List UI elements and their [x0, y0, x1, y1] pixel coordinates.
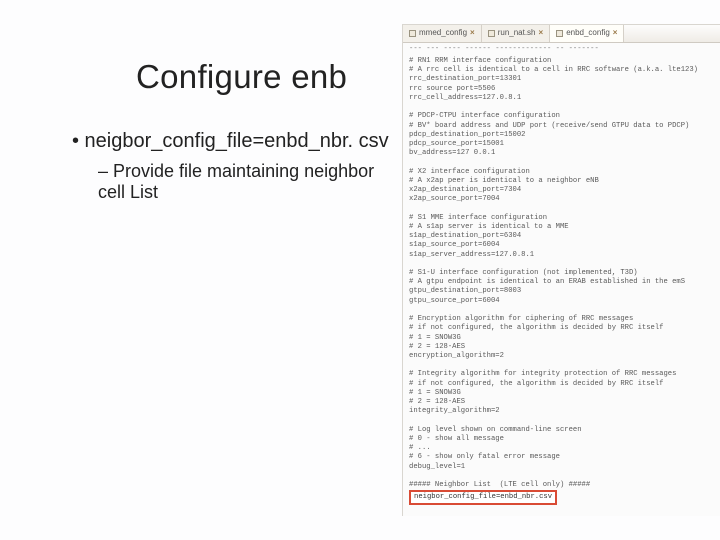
- code-line: rrc_cell_address=127.0.8.1: [409, 94, 714, 103]
- code-line: # 6 - show only fatal error message: [409, 453, 714, 462]
- code-line: # PDCP-CTPU interface configuration: [409, 112, 714, 121]
- editor-panel: mmed_config × run_nat.sh × enbd_config ×…: [402, 24, 720, 516]
- code-line: # if not configured, the algorithm is de…: [409, 324, 714, 333]
- code-line: rrc source port=5506: [409, 85, 714, 94]
- close-icon[interactable]: ×: [613, 28, 618, 38]
- code-line: # Log level shown on command-line screen: [409, 426, 714, 435]
- code-line: # 0 - show all message: [409, 435, 714, 444]
- code-line: # S1 MME interface configuration: [409, 214, 714, 223]
- code-body: # RN1 RRM interface configuration# A rrc…: [403, 55, 720, 511]
- code-line: pdcp_destination_port=15002: [409, 131, 714, 140]
- code-line: # 2 = 128-AES: [409, 343, 714, 352]
- file-icon: [556, 30, 563, 37]
- code-line: [409, 417, 714, 426]
- code-line: # X2 interface configuration: [409, 168, 714, 177]
- highlight-line: neigbor_config_file=enbd_nbr.csv: [409, 490, 557, 504]
- code-line: pdcp_source_port=15001: [409, 140, 714, 149]
- highlight-line-wrapper: neigbor_config_file=enbd_nbr.csv: [409, 490, 714, 504]
- top-caption-truncated: --- --- ---- ------ ------------- -- ---…: [403, 43, 720, 55]
- tab-bar: mmed_config × run_nat.sh × enbd_config ×: [403, 25, 720, 43]
- code-line: # RN1 RRM interface configuration: [409, 57, 714, 66]
- code-line: encryption_algorithm=2: [409, 352, 714, 361]
- code-line: s1ap_destination_port=6304: [409, 232, 714, 241]
- tab-run-nat[interactable]: run_nat.sh ×: [482, 25, 550, 42]
- code-line: [409, 103, 714, 112]
- code-line: integrity_algorithm=2: [409, 407, 714, 416]
- code-line: # 1 = SNOW3G: [409, 389, 714, 398]
- code-line: bv_address=127 0.0.1: [409, 149, 714, 158]
- code-line: [409, 260, 714, 269]
- bullet-sub: – Provide file maintaining neighbor cell…: [98, 161, 392, 203]
- code-line: # A gtpu endpoint is identical to an ERA…: [409, 278, 714, 287]
- tab-label: mmed_config: [419, 28, 467, 38]
- slide-title: Configure enb: [136, 58, 347, 96]
- code-line: x2ap_destination_port=7304: [409, 186, 714, 195]
- code-line: s1ap_server_address=127.0.8.1: [409, 251, 714, 260]
- code-line: x2ap_source_port=7004: [409, 195, 714, 204]
- code-line: s1ap_source_port=6004: [409, 241, 714, 250]
- tab-label: run_nat.sh: [498, 28, 536, 38]
- bullet-list: • neigbor_config_file=enbd_nbr. csv – Pr…: [72, 130, 392, 203]
- tab-label: enbd_config: [566, 28, 610, 38]
- code-line: # A rrc cell is identical to a cell in R…: [409, 66, 714, 75]
- code-line: # S1-U interface configuration (not impl…: [409, 269, 714, 278]
- code-line: # BV* board address and UDP port (receiv…: [409, 122, 714, 131]
- code-line: debug_level=1: [409, 463, 714, 472]
- code-line: rrc_destination_port=13301: [409, 75, 714, 84]
- bullet-main: • neigbor_config_file=enbd_nbr. csv: [72, 130, 392, 153]
- code-line: gtpu_source_port=6004: [409, 297, 714, 306]
- file-icon: [488, 30, 495, 37]
- code-line: # 2 = 128-AES: [409, 398, 714, 407]
- code-line: # Encryption algorithm for ciphering of …: [409, 315, 714, 324]
- code-line: # if not configured, the algorithm is de…: [409, 380, 714, 389]
- file-icon: [409, 30, 416, 37]
- code-line: # Integrity algorithm for integrity prot…: [409, 370, 714, 379]
- close-icon[interactable]: ×: [470, 28, 475, 38]
- code-line: [409, 361, 714, 370]
- code-line: # 1 = SNOW3G: [409, 334, 714, 343]
- tab-enbd-config[interactable]: enbd_config ×: [550, 25, 624, 42]
- code-line: # A x2ap peer is identical to a neighbor…: [409, 177, 714, 186]
- code-line: [409, 205, 714, 214]
- code-line: ##### Neighbor List (LTE cell only) ####…: [409, 481, 714, 490]
- code-line: # ...: [409, 444, 714, 453]
- code-line: gtpu_destination_port=8003: [409, 287, 714, 296]
- code-line: [409, 472, 714, 481]
- code-line: # A s1ap server is identical to a MME: [409, 223, 714, 232]
- tab-mmed-config[interactable]: mmed_config ×: [403, 25, 482, 42]
- close-icon[interactable]: ×: [539, 28, 544, 38]
- code-line: [409, 306, 714, 315]
- code-line: [409, 158, 714, 167]
